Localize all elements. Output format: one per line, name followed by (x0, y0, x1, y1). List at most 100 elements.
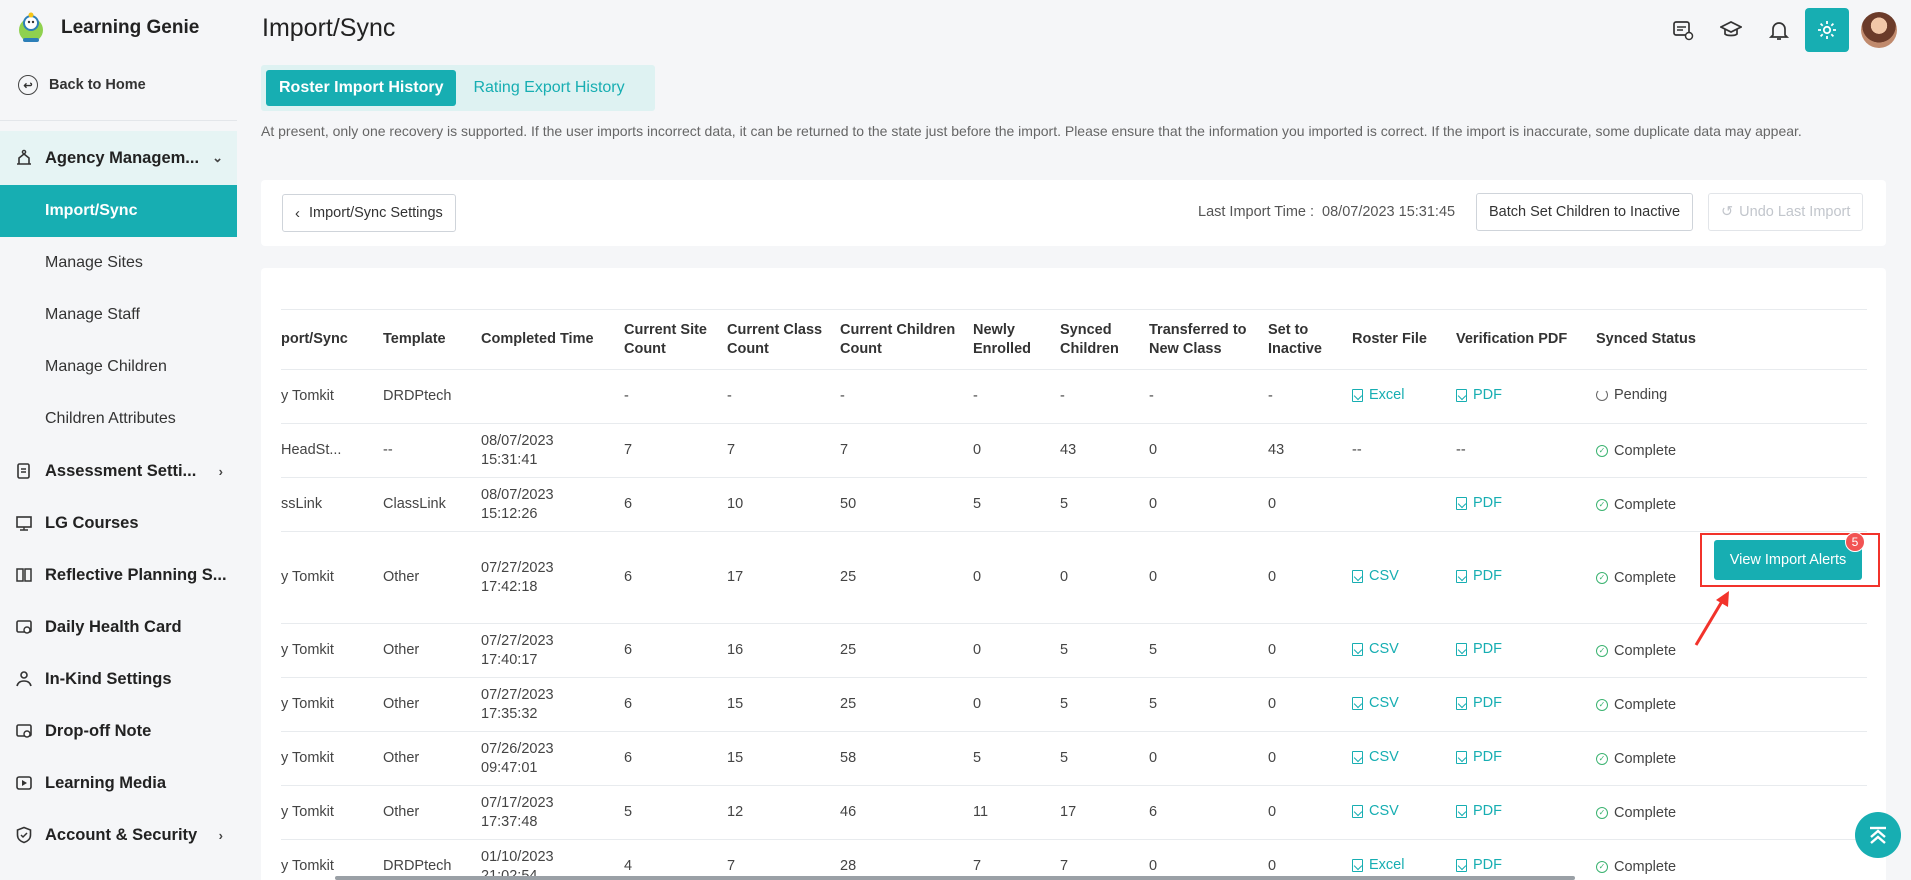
last-import-label: Last Import Time : (1198, 204, 1315, 220)
sidebar-subitem-manage-staff[interactable]: Manage Staff (0, 289, 237, 341)
link-label: CSV (1369, 694, 1399, 711)
link-label: PDF (1473, 567, 1502, 584)
pdf-link[interactable]: PDF (1456, 694, 1502, 713)
site-cell: 4 (616, 839, 719, 880)
sidebar-item-learning-media[interactable]: Learning Media (0, 757, 237, 809)
pdf-link[interactable]: PDF (1456, 386, 1502, 405)
sidebar-subitem-manage-children[interactable]: Manage Children (0, 341, 237, 393)
tab-rating-export-history[interactable]: Rating Export History (456, 70, 637, 106)
pdf-link[interactable]: PDF (1456, 748, 1502, 767)
transferred-cell: 0 (1141, 477, 1260, 532)
completed-time: 17:35:32 (481, 705, 538, 722)
import-sync-settings-button[interactable]: ‹ Import/Sync Settings (282, 194, 456, 232)
sidebar-subitem-children-attributes[interactable]: Children Attributes (0, 393, 237, 445)
children-cell: 25 (832, 531, 965, 624)
synced-cell: 17 (1052, 785, 1141, 840)
message-icon[interactable] (1661, 8, 1705, 52)
sidebar-subitem-manage-sites[interactable]: Manage Sites (0, 237, 237, 289)
file-cell: CSV (1344, 677, 1448, 732)
synced-cell: 0 (1052, 531, 1141, 624)
file-icon (1456, 696, 1467, 710)
tab-roster-import-history[interactable]: Roster Import History (266, 70, 457, 106)
inactive-cell: 0 (1260, 531, 1344, 624)
newly-cell: 11 (965, 785, 1052, 840)
file-icon (1456, 388, 1467, 402)
agency-icon (14, 148, 34, 168)
pdf-link[interactable]: PDF (1456, 856, 1502, 875)
synced-status-cell: ✓ Complete (1588, 839, 1867, 880)
completed-date: 07/17/2023 (481, 794, 554, 811)
table-row: y Tomkit Other 07/27/2023 17:35:32 6 15 25 0 5 5 0… (281, 677, 1867, 732)
completed-date: 07/27/2023 (481, 686, 554, 703)
bell-icon[interactable] (1757, 8, 1801, 52)
page-title: Import/Sync (262, 14, 396, 42)
sidebar-item-drop-off-note[interactable]: Drop-off Note (0, 705, 237, 757)
pdf-link[interactable]: PDF (1456, 567, 1502, 586)
newly-cell: 5 (965, 731, 1052, 786)
book-icon (14, 565, 34, 585)
chevron-right-icon: › (218, 463, 223, 479)
pdf-cell: PDF (1448, 531, 1588, 624)
newly-cell: 5 (965, 477, 1052, 532)
file-link[interactable]: CSV (1352, 802, 1399, 821)
gear-icon[interactable] (1805, 8, 1849, 52)
back-arrow-icon: ↩ (18, 75, 38, 95)
children-cell: 58 (832, 731, 965, 786)
check-circle-icon: ✓ (1596, 753, 1608, 766)
pdf-link[interactable]: PDF (1456, 494, 1502, 513)
sidebar-item-in-kind-settings[interactable]: In-Kind Settings (0, 653, 237, 705)
undo-last-import-button[interactable]: ↺ Undo Last Import (1708, 193, 1864, 231)
file-icon (1352, 642, 1363, 656)
completed-time-cell: 08/07/2023 15:12:26 (473, 477, 616, 532)
sidebar-item-lg-courses[interactable]: LG Courses (0, 497, 237, 549)
file-link[interactable]: CSV (1352, 567, 1399, 586)
sidebar-item-label: Daily Health Card (45, 617, 182, 636)
check-circle-icon: ✓ (1596, 572, 1608, 585)
newly-cell: - (965, 369, 1052, 424)
check-circle-icon: ✓ (1596, 499, 1608, 512)
newly-cell: 0 (965, 623, 1052, 678)
link-label: CSV (1369, 748, 1399, 765)
brand[interactable]: Learning Genie (0, 0, 237, 56)
file-icon (1456, 569, 1467, 583)
newly-cell: 0 (965, 423, 1052, 478)
file-link[interactable]: Excel (1352, 386, 1404, 405)
file-link[interactable]: Excel (1352, 856, 1404, 875)
sidebar-item-reflective-planning[interactable]: Reflective Planning S... (0, 549, 237, 601)
link-label: Excel (1369, 386, 1405, 403)
note-icon (14, 721, 34, 741)
file-link[interactable]: CSV (1352, 748, 1399, 767)
chevron-right-icon: › (218, 827, 223, 843)
sidebar-item-agency-management[interactable]: Agency Managem... ⌄ (0, 131, 237, 185)
sidebar-item-label: Reflective Planning S... (45, 565, 227, 584)
sidebar-item-assessment-settings[interactable]: Assessment Setti... › (0, 445, 237, 497)
transferred-cell: 5 (1141, 623, 1260, 678)
sidebar-item-account-security[interactable]: Account & Security › (0, 809, 237, 861)
import-history-card: port/Sync Template Completed Time Current S… (261, 268, 1886, 880)
button-label: Import/Sync Settings (309, 205, 443, 221)
file-link[interactable]: CSV (1352, 640, 1399, 659)
sidebar-item-daily-health-card[interactable]: Daily Health Card (0, 601, 237, 653)
status-badge: ✓ Complete (1596, 496, 1676, 515)
file-link[interactable]: CSV (1352, 694, 1399, 713)
batch-set-inactive-button[interactable]: Batch Set Children to Inactive (1476, 193, 1694, 231)
sidebar-subitem-label: Manage Children (45, 358, 167, 375)
column-header: Synced Children (1052, 309, 1141, 370)
column-header: Synced Status (1588, 309, 1867, 370)
back-to-home-link[interactable]: ↩ Back to Home (0, 56, 237, 114)
children-cell: 25 (832, 623, 965, 678)
back-to-top-button[interactable] (1855, 812, 1901, 858)
transferred-cell: 0 (1141, 839, 1260, 880)
source-cell: y Tomkit (281, 369, 375, 424)
cls-cell: 17 (719, 531, 832, 624)
avatar[interactable] (1861, 12, 1897, 48)
file-icon (1352, 804, 1363, 818)
horizontal-scrollbar[interactable] (335, 876, 1575, 880)
synced-cell: 5 (1052, 677, 1141, 732)
graduation-cap-icon[interactable] (1709, 8, 1753, 52)
view-import-alerts-button[interactable]: View Import Alerts (1714, 540, 1862, 580)
pdf-link[interactable]: PDF (1456, 802, 1502, 821)
pdf-link[interactable]: PDF (1456, 640, 1502, 659)
sidebar-subitem-import-sync[interactable]: Import/Sync (0, 185, 237, 237)
undo-icon: ↺ (1721, 204, 1734, 220)
